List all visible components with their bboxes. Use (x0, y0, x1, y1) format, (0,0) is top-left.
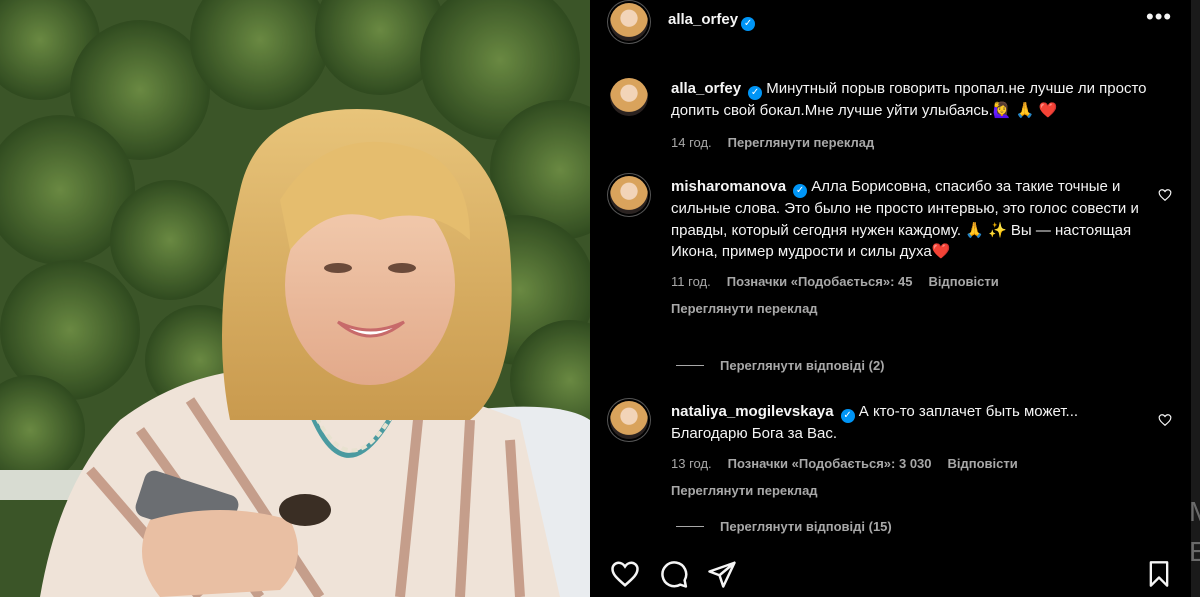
heart-icon[interactable] (1158, 188, 1172, 202)
view-replies-button[interactable]: Переглянути відповіді (2) (676, 358, 885, 373)
caption-username[interactable]: alla_orfey (671, 80, 741, 97)
post-header: alla_orfey ✓ ••• (590, 0, 1191, 44)
verified-badge-icon: ✓ (840, 409, 855, 423)
caption-translate[interactable]: Переглянути переклад (728, 132, 875, 154)
replies-divider (676, 526, 704, 527)
heart-icon[interactable] (610, 559, 640, 589)
comment-translate[interactable]: Переглянути переклад (671, 298, 1151, 320)
comment-text-block: misharomanova ✓ Алла Борисовна, спасибо з… (671, 176, 1151, 263)
heart-icon[interactable] (1158, 413, 1172, 427)
comment-item: nataliya_mogilevskaya ✓ А кто-то заплачет… (610, 401, 1172, 502)
bookmark-icon[interactable] (1145, 559, 1173, 589)
comment-item: misharomanova ✓ Алла Борисовна, спасибо з… (610, 176, 1172, 336)
comment-likes[interactable]: Позначки «Подобається»: 45 (727, 271, 913, 293)
view-replies-label[interactable]: Переглянути відповіді (15) (720, 519, 892, 534)
view-replies-label[interactable]: Переглянути відповіді (2) (720, 358, 885, 373)
comment-icon[interactable] (659, 559, 689, 589)
comment-text-block: nataliya_mogilevskaya ✓ А кто-то заплачет… (671, 401, 1151, 445)
view-replies-button[interactable]: Переглянути відповіді (15) (676, 519, 892, 534)
comment-reply-button[interactable]: Відповісти (929, 271, 999, 293)
comment-username[interactable]: misharomanova (671, 178, 786, 195)
more-options-icon[interactable]: ••• (1146, 6, 1172, 30)
comment-body: misharomanova ✓ Алла Борисовна, спасибо з… (671, 176, 1151, 320)
verified-badge-icon: ✓ (748, 86, 763, 100)
comment-likes[interactable]: Позначки «Подобається»: 3 030 (728, 453, 932, 475)
comment-body: nataliya_mogilevskaya ✓ А кто-то заплачет… (671, 401, 1151, 502)
author-username[interactable]: alla_orfey (668, 11, 738, 28)
post-image (0, 0, 590, 597)
caption-avatar[interactable] (610, 78, 648, 116)
background-page-text: M E (1189, 496, 1200, 567)
caption: alla_orfey ✓ Минутный порыв говорить проп… (610, 78, 1170, 158)
comment-meta: 11 год. Позначки «Подобається»: 45 Відпо… (671, 271, 1151, 293)
comment-time[interactable]: 11 год. (671, 271, 711, 293)
comment-reply-button[interactable]: Відповісти (948, 453, 1018, 475)
author-name-row: alla_orfey ✓ (668, 11, 756, 31)
caption-text: Минутный порыв говорить пропал.не лучше … (671, 80, 1147, 119)
caption-body: alla_orfey ✓ Минутный порыв говорить проп… (671, 78, 1151, 153)
replies-divider (676, 365, 704, 366)
verified-badge-icon: ✓ (741, 17, 756, 31)
caption-time[interactable]: 14 год. (671, 132, 712, 154)
post-photo[interactable] (0, 0, 590, 597)
caption-meta: 14 год. Переглянути переклад (671, 132, 1151, 154)
comment-meta: 13 год. Позначки «Подобається»: 3 030 Ві… (671, 453, 1151, 475)
action-bar (590, 555, 1191, 597)
comment-time[interactable]: 13 год. (671, 453, 712, 475)
commenter-avatar[interactable] (610, 176, 648, 214)
share-icon[interactable] (707, 559, 737, 589)
comment-username[interactable]: nataliya_mogilevskaya (671, 403, 834, 420)
author-avatar[interactable] (610, 3, 648, 41)
caption-text-block: alla_orfey ✓ Минутный порыв говорить проп… (671, 78, 1151, 122)
commenter-avatar[interactable] (610, 401, 648, 439)
post-panel: alla_orfey ✓ ••• alla_orfey ✓ Минутный пор… (590, 0, 1191, 597)
comment-translate[interactable]: Переглянути переклад (671, 480, 1151, 502)
verified-badge-icon: ✓ (793, 184, 808, 198)
